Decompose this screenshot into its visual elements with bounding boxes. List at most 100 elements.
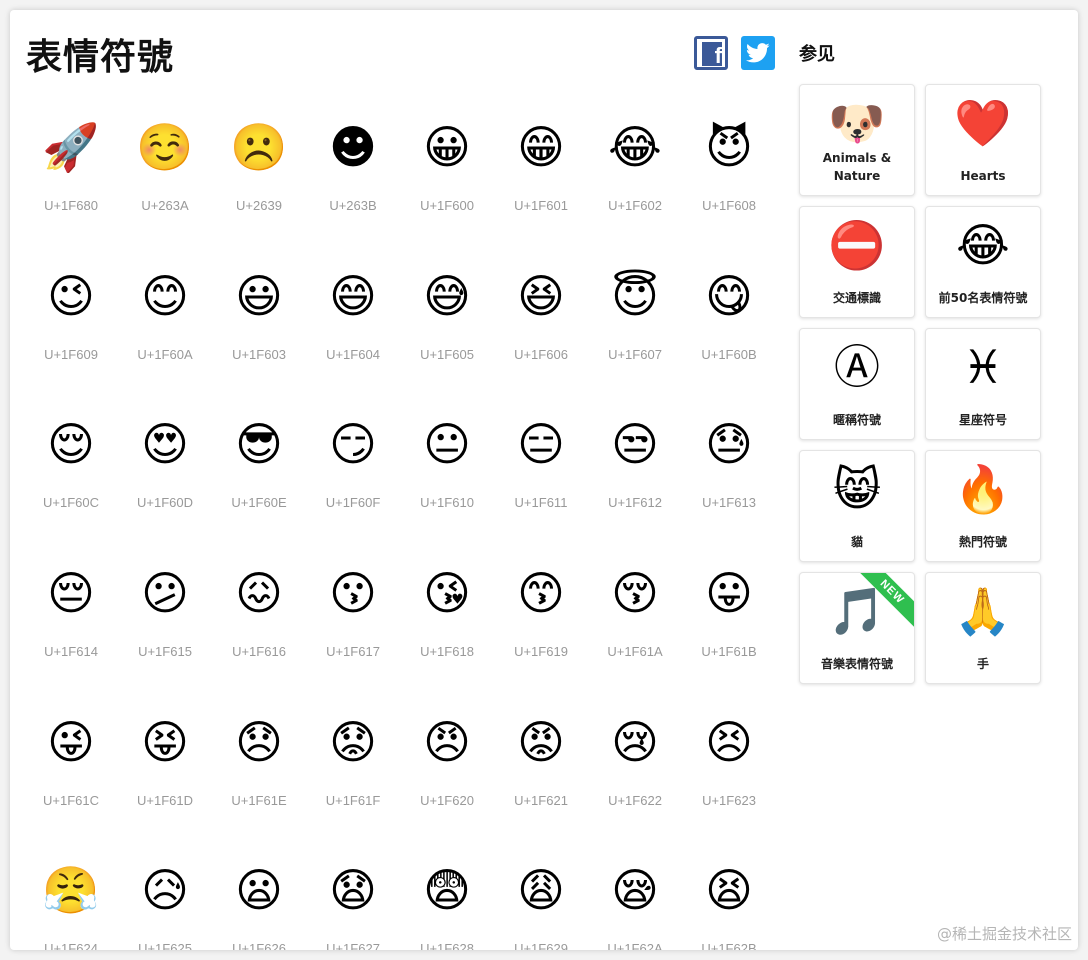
- emoji-cell[interactable]: 😘 U+1F618: [400, 548, 494, 697]
- emoji-icon: 😑: [517, 417, 565, 472]
- emoji-code: U+1F611: [514, 495, 568, 511]
- category-icon: ❤️: [954, 96, 1012, 150]
- emoji-cell[interactable]: 😫 U+1F62B: [682, 845, 776, 950]
- category-card[interactable]: ♓ 星座符号: [925, 328, 1041, 440]
- emoji-cell[interactable]: 😉 U+1F609: [24, 251, 118, 400]
- emoji-cell[interactable]: ☻ U+263B: [306, 102, 400, 251]
- emoji-cell[interactable]: 😍 U+1F60D: [118, 399, 212, 548]
- emoji-cell[interactable]: 😧 U+1F627: [306, 845, 400, 950]
- facebook-share-button[interactable]: f: [694, 36, 728, 70]
- emoji-cell[interactable]: 😢 U+1F622: [588, 697, 682, 846]
- emoji-icon: ☺️: [136, 120, 194, 174]
- emoji-icon: ☻: [329, 120, 377, 174]
- emoji-cell[interactable]: 😥 U+1F625: [118, 845, 212, 950]
- emoji-icon: 😔: [47, 566, 95, 621]
- emoji-cell[interactable]: 😇 U+1F607: [588, 251, 682, 400]
- emoji-code: U+1F606: [514, 346, 568, 362]
- twitter-share-button[interactable]: [741, 36, 775, 70]
- category-card[interactable]: Ⓐ 暱稱符號: [799, 328, 915, 440]
- emoji-cell[interactable]: 😅 U+1F605: [400, 251, 494, 400]
- emoji-cell[interactable]: 😎 U+1F60E: [212, 399, 306, 548]
- category-label: 貓: [850, 535, 863, 549]
- emoji-cell[interactable]: 😊 U+1F60A: [118, 251, 212, 400]
- emoji-cell[interactable]: 😟 U+1F61F: [306, 697, 400, 846]
- emoji-cell[interactable]: 😪 U+1F62A: [588, 845, 682, 950]
- emoji-icon: 😘: [423, 566, 471, 621]
- emoji-cell[interactable]: 😐 U+1F610: [400, 399, 494, 548]
- category-card[interactable]: 😸 貓: [799, 450, 915, 562]
- emoji-cell[interactable]: 🚀 U+1F680: [24, 102, 118, 251]
- emoji-cell[interactable]: 😝 U+1F61D: [118, 697, 212, 846]
- category-card[interactable]: 😂 前50名表情符號: [925, 206, 1041, 318]
- emoji-cell[interactable]: 😦 U+1F626: [212, 845, 306, 950]
- emoji-icon: 😍: [141, 417, 189, 472]
- category-card[interactable]: ⛔ 交通標識: [799, 206, 915, 318]
- emoji-cell[interactable]: 😏 U+1F60F: [306, 399, 400, 548]
- emoji-code: U+1F61F: [325, 792, 381, 808]
- emoji-grid: 🚀 U+1F680 ☺️ U+263A ☹️ U+2639 ☻ U+263B 😀 U+1F600 😁…: [24, 102, 776, 950]
- emoji-cell[interactable]: ☺️ U+263A: [118, 102, 212, 251]
- emoji-icon: 😛: [705, 566, 753, 621]
- emoji-icon: 😙: [517, 566, 565, 621]
- emoji-code: U+1F628: [420, 941, 474, 950]
- emoji-code: U+1F60A: [137, 346, 193, 362]
- emoji-code: U+1F603: [232, 346, 286, 362]
- emoji-cell[interactable]: 😗 U+1F617: [306, 548, 400, 697]
- category-label: 音樂表情符號: [820, 657, 893, 671]
- emoji-icon: 😦: [235, 863, 283, 918]
- emoji-cell[interactable]: 😃 U+1F603: [212, 251, 306, 400]
- category-label: 暱稱符號: [832, 413, 881, 427]
- emoji-cell[interactable]: ☹️ U+2639: [212, 102, 306, 251]
- emoji-code: U+1F61E: [231, 792, 287, 808]
- emoji-icon: 😟: [329, 714, 377, 769]
- emoji-cell[interactable]: 😋 U+1F60B: [682, 251, 776, 400]
- category-card[interactable]: 🎵 音樂表情符號 NEW: [799, 572, 915, 684]
- emoji-code: U+1F620: [420, 792, 474, 808]
- emoji-icon: 😆: [517, 268, 565, 323]
- emoji-icon: 🚀: [42, 120, 100, 174]
- emoji-cell[interactable]: 😖 U+1F616: [212, 548, 306, 697]
- category-card[interactable]: 🙏 手: [925, 572, 1041, 684]
- emoji-cell[interactable]: 😤 U+1F624: [24, 845, 118, 950]
- emoji-cell[interactable]: 😣 U+1F623: [682, 697, 776, 846]
- category-card[interactable]: 🐶 Animals & Nature: [799, 84, 915, 196]
- emoji-cell[interactable]: 😒 U+1F612: [588, 399, 682, 548]
- emoji-icon: 😗: [329, 566, 377, 621]
- emoji-icon: 😝: [141, 714, 189, 769]
- see-also-heading: 参见: [799, 44, 835, 65]
- emoji-cell[interactable]: 😚 U+1F61A: [588, 548, 682, 697]
- emoji-cell[interactable]: 😁 U+1F601: [494, 102, 588, 251]
- emoji-icon: 😧: [329, 863, 377, 918]
- emoji-cell[interactable]: 😆 U+1F606: [494, 251, 588, 400]
- emoji-icon: 😕: [141, 566, 189, 621]
- emoji-icon: 😈: [705, 120, 753, 174]
- emoji-code: U+1F680: [44, 198, 98, 213]
- page-title: 表情符號: [26, 37, 175, 78]
- emoji-cell[interactable]: 😀 U+1F600: [400, 102, 494, 251]
- category-card[interactable]: 🔥 熱門符號: [925, 450, 1041, 562]
- emoji-cell[interactable]: 😔 U+1F614: [24, 548, 118, 697]
- emoji-code: U+1F614: [44, 644, 98, 660]
- emoji-cell[interactable]: 😂 U+1F602: [588, 102, 682, 251]
- emoji-cell[interactable]: 😨 U+1F628: [400, 845, 494, 950]
- emoji-cell[interactable]: 😜 U+1F61C: [24, 697, 118, 846]
- emoji-cell[interactable]: 😓 U+1F613: [682, 399, 776, 548]
- emoji-cell[interactable]: 😠 U+1F620: [400, 697, 494, 846]
- emoji-icon: 😪: [611, 863, 659, 918]
- emoji-cell[interactable]: 😡 U+1F621: [494, 697, 588, 846]
- related-categories: 🐶 Animals & Nature ❤️ Hearts ⛔ 交通標識 😂 前50名表情符號 Ⓐ…: [799, 84, 1043, 684]
- emoji-icon: 😁: [517, 120, 565, 174]
- emoji-cell[interactable]: 😌 U+1F60C: [24, 399, 118, 548]
- emoji-cell[interactable]: 😛 U+1F61B: [682, 548, 776, 697]
- emoji-cell[interactable]: 😕 U+1F615: [118, 548, 212, 697]
- emoji-cell[interactable]: 😈 U+1F608: [682, 102, 776, 251]
- category-card[interactable]: ❤️ Hearts: [925, 84, 1041, 196]
- emoji-cell[interactable]: 😄 U+1F604: [306, 251, 400, 400]
- emoji-icon: 😫: [705, 863, 753, 918]
- emoji-cell[interactable]: 😩 U+1F629: [494, 845, 588, 950]
- emoji-cell[interactable]: 😑 U+1F611: [494, 399, 588, 548]
- emoji-cell[interactable]: 😞 U+1F61E: [212, 697, 306, 846]
- emoji-cell[interactable]: 😙 U+1F619: [494, 548, 588, 697]
- emoji-code: U+1F60C: [43, 495, 99, 511]
- emoji-icon: 😠: [423, 714, 471, 769]
